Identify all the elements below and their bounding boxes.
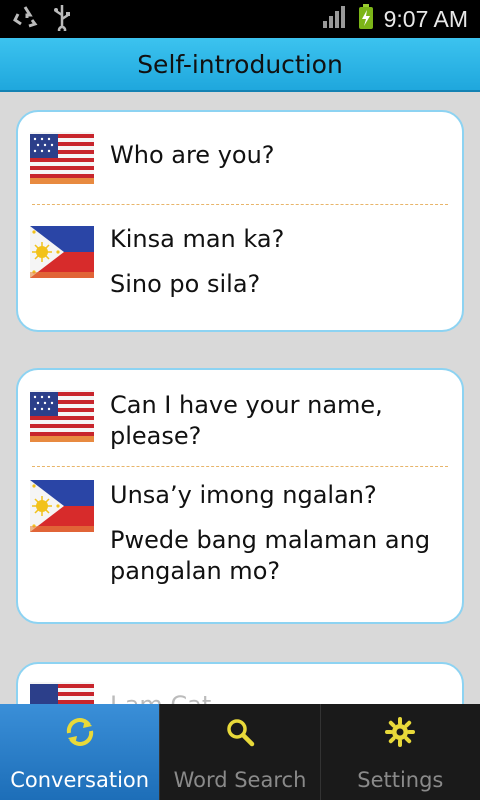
filipino-phrase: Sino po sila? (110, 270, 261, 298)
clock-time: 9:07 AM (383, 5, 468, 32)
battery-charging-icon (358, 4, 374, 34)
signal-icon (322, 5, 348, 33)
english-row: Who are you? (18, 112, 462, 185)
filipino-phrase: Kinsa man ka? (110, 225, 285, 253)
search-icon (224, 712, 256, 752)
phrase-list[interactable]: Who are you? Kinsa man ka? Sino po sila? (0, 92, 480, 704)
english-phrase: Can I have your name, please? (110, 391, 383, 450)
us-flag-icon (30, 682, 94, 704)
title-bar: Self-introduction (0, 38, 480, 92)
phrase-card[interactable]: Can I have your name, please? Unsa’y imo… (16, 368, 464, 624)
status-bar: 9:07 AM (0, 0, 480, 38)
tab-settings[interactable]: Settings (319, 704, 480, 800)
refresh-arrows-icon (63, 712, 97, 752)
tab-label: Settings (357, 768, 444, 792)
tab-word-search[interactable]: Word Search (159, 704, 319, 800)
gear-icon (384, 712, 416, 752)
philippines-flag-icon (30, 480, 94, 532)
english-phrase: Who are you? (110, 141, 275, 169)
tab-label: Word Search (173, 768, 307, 792)
dashed-divider (32, 466, 448, 467)
english-row: Can I have your name, please? (18, 370, 462, 466)
philippines-flag-icon (30, 226, 94, 278)
us-flag-icon (30, 132, 94, 184)
filipino-row: Kinsa man ka? Sino po sila? (18, 206, 462, 314)
phrase-card[interactable]: I am Cat. (16, 662, 464, 704)
usb-icon (52, 3, 72, 35)
tab-conversation[interactable]: Conversation (0, 704, 160, 800)
tab-label: Conversation (10, 768, 150, 792)
bottom-tab-bar: Conversation Word Search Settings (0, 704, 480, 800)
filipino-phrase: Pwede bang malaman ang pangalan mo? (110, 526, 431, 585)
us-flag-icon (30, 390, 94, 442)
recycle-icon (12, 4, 38, 34)
english-row: I am Cat. (18, 664, 462, 704)
phrase-card[interactable]: Who are you? Kinsa man ka? Sino po sila? (16, 110, 464, 332)
filipino-phrase: Unsa’y imong ngalan? (110, 481, 377, 509)
filipino-row: Unsa’y imong ngalan? Pwede bang malaman … (18, 476, 462, 601)
dashed-divider (32, 204, 448, 205)
english-phrase: I am Cat. (110, 690, 462, 704)
page-title: Self-introduction (137, 49, 343, 79)
